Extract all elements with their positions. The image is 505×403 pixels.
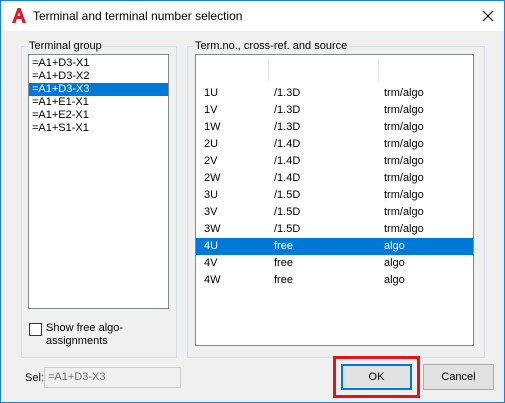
term-number-cell: 4U [204,240,219,252]
source-cell: trm/algo [384,155,424,167]
app-logo-icon [11,7,27,24]
source-cell: algo [384,274,405,286]
sel-label: Sel: [25,372,44,384]
cross-ref-cell: free [274,257,293,269]
dialog-window: Terminal and terminal number selection T… [0,0,505,403]
source-cell: trm/algo [384,223,424,235]
table-row[interactable]: 2V /1.4D trm/algo [196,153,473,170]
column-separator[interactable] [378,59,379,81]
table-row[interactable]: 1U /1.3D trm/algo [196,85,473,102]
term-number-cell: 1V [204,104,218,116]
table-row[interactable]: 1V /1.3D trm/algo [196,102,473,119]
sel-field: =A1+D3-X3 [44,367,181,388]
source-cell: trm/algo [384,189,424,201]
terminal-group-list[interactable]: =A1+D3-X1 =A1+D3-X2 =A1+D3-X3 =A1+E1-X1 … [28,54,169,309]
column-separator[interactable] [268,59,269,81]
window-title: Terminal and terminal number selection [33,9,243,23]
list-item[interactable]: =A1+E2-X1 [29,109,168,122]
term-number-cell: 4W [204,274,221,286]
table-row-selected[interactable]: 4U free algo [196,238,473,255]
source-cell: trm/algo [384,138,424,150]
term-table[interactable]: 1U /1.3D trm/algo 1V /1.3D trm/algo 1W /… [195,54,474,346]
list-item[interactable]: =A1+D3-X1 [29,57,168,70]
source-cell: algo [384,257,405,269]
table-row[interactable]: 4V free algo [196,255,473,272]
list-item[interactable]: =A1+D3-X2 [29,70,168,83]
table-row[interactable]: 1W /1.3D trm/algo [196,119,473,136]
cross-ref-cell: /1.5D [274,206,301,218]
source-cell: trm/algo [384,121,424,133]
list-item[interactable]: =A1+S1-X1 [29,122,168,135]
cross-ref-cell: /1.5D [274,223,301,235]
cross-ref-cell: /1.4D [274,138,301,150]
table-row[interactable]: 4W free algo [196,272,473,289]
source-cell: trm/algo [384,87,424,99]
cross-ref-cell: /1.3D [274,104,301,116]
cross-ref-cell: free [274,240,293,252]
show-free-checkbox[interactable] [29,323,42,336]
term-number-cell: 1U [204,87,219,99]
cross-ref-cell: /1.4D [274,155,301,167]
show-free-label: Show free algo-assignments [46,322,124,347]
terminal-group-label: Terminal group [28,39,103,53]
title-bar[interactable]: Terminal and terminal number selection [1,1,504,31]
cross-ref-cell: /1.3D [274,87,301,99]
source-cell: trm/algo [384,104,424,116]
source-cell: algo [384,240,405,252]
table-row[interactable]: 2U /1.4D trm/algo [196,136,473,153]
cross-ref-cell: /1.4D [274,172,301,184]
cross-ref-cell: /1.3D [274,121,301,133]
source-cell: trm/algo [384,172,424,184]
table-row[interactable]: 3U /1.5D trm/algo [196,187,473,204]
table-body: 1U /1.3D trm/algo 1V /1.3D trm/algo 1W /… [196,85,473,289]
source-cell: trm/algo [384,206,424,218]
table-row[interactable]: 3W /1.5D trm/algo [196,221,473,238]
term-table-label: Term.no., cross-ref. and source [194,39,349,53]
cross-ref-cell: free [274,274,293,286]
close-icon[interactable] [472,1,504,30]
term-number-cell: 3W [204,223,221,235]
term-number-cell: 3U [204,189,219,201]
term-number-cell: 1W [204,121,221,133]
table-row[interactable]: 3V /1.5D trm/algo [196,204,473,221]
cancel-button[interactable]: Cancel [423,364,494,390]
term-number-cell: 2V [204,155,218,167]
ok-button[interactable]: OK [341,364,412,390]
table-header [196,55,473,84]
term-number-cell: 2W [204,172,221,184]
term-number-cell: 3V [204,206,218,218]
cross-ref-cell: /1.5D [274,189,301,201]
table-row[interactable]: 2W /1.4D trm/algo [196,170,473,187]
term-number-cell: 2U [204,138,219,150]
list-item[interactable]: =A1+E1-X1 [29,96,168,109]
term-number-cell: 4V [204,257,218,269]
list-item[interactable]: =A1+D3-X3 [29,83,168,96]
